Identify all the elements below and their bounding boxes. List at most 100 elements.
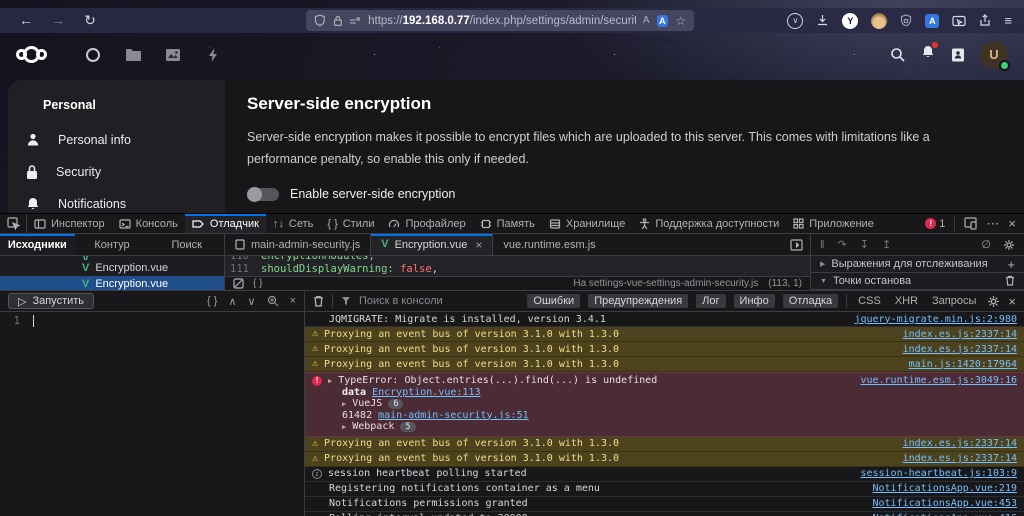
pretty-print-icon[interactable]: { } <box>253 278 262 289</box>
files-app-icon[interactable] <box>113 48 153 62</box>
breakpoints-header[interactable]: ▼ Точки останова <box>811 273 1024 290</box>
source-link[interactable]: main.js:1420:17964 <box>909 359 1017 370</box>
notifications-bell-icon[interactable] <box>920 44 936 65</box>
source-panes-toggle-icon[interactable] <box>790 234 810 255</box>
file-tab-main-admin-security[interactable]: main-admin-security.js <box>225 234 371 255</box>
next-expression-icon[interactable]: ∨ <box>248 295 256 308</box>
translate-extension-page-icon[interactable]: A <box>657 15 669 27</box>
source-link[interactable]: vue.runtime.esm.js:3049:16 <box>860 375 1017 386</box>
menu-icon[interactable]: ≡ <box>1004 13 1012 28</box>
tab-network[interactable]: ↑↓Сеть <box>266 214 320 233</box>
expand-icon[interactable]: ▶ <box>328 377 332 385</box>
back-button[interactable]: ← <box>12 8 40 33</box>
tab-console[interactable]: Консоль <box>112 214 185 233</box>
expand-icon[interactable]: ▶ <box>342 423 346 431</box>
console-warning-row[interactable]: ⚠ Proxying an event bus of version 3.1.0… <box>305 342 1024 357</box>
pretty-print-icon[interactable]: { } <box>207 295 217 307</box>
source-link[interactable]: NotificationsApp.vue:453 <box>873 498 1018 509</box>
extension-monkey-icon[interactable] <box>871 13 887 29</box>
extension-shield-lock-icon[interactable] <box>900 14 912 27</box>
watch-expressions-header[interactable]: ▶ Выражения для отслеживания + <box>811 256 1024 273</box>
lock-icon[interactable] <box>333 15 343 27</box>
url-text[interactable]: https://192.168.0.77/index.php/settings/… <box>368 15 636 27</box>
bookmark-star-icon[interactable]: ☆ <box>675 14 686 28</box>
console-warning-row[interactable]: ⚠ Proxying an event bus of version 3.1.0… <box>305 452 1024 467</box>
close-tab-icon[interactable]: × <box>475 238 482 252</box>
run-button[interactable]: ▷Запустить <box>8 293 94 309</box>
downloads-icon[interactable] <box>816 14 829 27</box>
permissions-icon[interactable] <box>349 16 361 26</box>
file-tab-encryption-vue[interactable]: VEncryption.vue× <box>371 234 493 255</box>
source-link[interactable]: jquery-migrate.min.js:2:980 <box>854 314 1017 325</box>
reload-button[interactable]: ↻ <box>76 8 104 33</box>
add-watch-icon[interactable]: + <box>1007 258 1015 271</box>
dashboard-app-icon[interactable] <box>73 47 113 63</box>
photos-app-icon[interactable] <box>153 48 193 62</box>
tab-debugger[interactable]: Отладчик <box>185 214 266 233</box>
devtools-close-icon[interactable]: × <box>1008 216 1016 231</box>
disable-breakpoints-icon[interactable]: ∅ <box>981 238 991 251</box>
tab-storage[interactable]: Хранилище <box>542 214 632 233</box>
code-editor[interactable]: 110encryptionModules, 111shouldDisplayWa… <box>225 256 810 276</box>
tab-accessibility[interactable]: Поддержка доступности <box>632 214 786 233</box>
tab-styles[interactable]: { }Стили <box>320 214 381 233</box>
page-translate-icon[interactable]: A <box>643 15 650 26</box>
source-link[interactable]: index.es.js:2337:14 <box>903 329 1017 340</box>
url-bar[interactable]: https://192.168.0.77/index.php/settings/… <box>306 10 694 31</box>
tab-search[interactable]: Поиск <box>149 234 224 255</box>
source-link[interactable]: index.es.js:2337:14 <box>903 453 1017 464</box>
devtools-more-icon[interactable]: ⋯ <box>986 216 999 232</box>
tab-outline[interactable]: Контур <box>75 234 150 255</box>
filter-debug-button[interactable]: Отладка <box>783 294 838 308</box>
avatar[interactable]: U <box>980 41 1008 69</box>
console-log-row[interactable]: Polling interval updated to 30000 Notifi… <box>305 512 1024 516</box>
sidebar-item-personal-info[interactable]: Personal info <box>8 124 225 156</box>
console-warning-row[interactable]: ⚠ Proxying an event bus of version 3.1.0… <box>305 327 1024 342</box>
tab-inspector[interactable]: Инспектор <box>27 214 112 233</box>
expand-icon[interactable]: ▶ <box>342 400 346 408</box>
console-warning-row[interactable]: ⚠ Proxying an event bus of version 3.1.0… <box>305 437 1024 452</box>
source-item[interactable]: VEncryption.vue <box>0 260 224 276</box>
sidebar-item-notifications[interactable]: Notifications <box>8 188 225 213</box>
nextcloud-logo[interactable] <box>16 46 47 63</box>
source-item-selected[interactable]: VEncryption.vue <box>0 276 224 290</box>
pick-element-icon[interactable] <box>0 214 27 233</box>
tracking-shield-icon[interactable] <box>314 14 326 27</box>
tab-profiler[interactable]: Профайлер <box>381 214 472 233</box>
console-multiline-editor[interactable]: 1 <box>0 312 305 516</box>
source-link[interactable]: NotificationsApp.vue:219 <box>873 483 1018 494</box>
console-log-row[interactable]: JQMIGRATE: Migrate is installed, version… <box>305 312 1024 327</box>
step-out-icon[interactable]: ↥ <box>882 238 891 251</box>
share-icon[interactable] <box>979 14 991 27</box>
filter-info-button[interactable]: Инфо <box>734 294 775 308</box>
tab-application[interactable]: Приложение <box>786 214 881 233</box>
blackbox-source-icon[interactable] <box>233 278 244 289</box>
filter-errors-button[interactable]: Ошибки <box>527 294 580 308</box>
tab-memory[interactable]: Память <box>473 214 542 233</box>
pause-icon[interactable]: ‖ <box>820 239 825 251</box>
error-count-badge[interactable]: !1 <box>925 218 945 230</box>
source-link[interactable]: index.es.js:2337:14 <box>903 438 1017 449</box>
filter-warnings-button[interactable]: Предупреждения <box>588 294 688 308</box>
console-log-row[interactable]: Registering notifications container as a… <box>305 482 1024 497</box>
step-in-icon[interactable]: ↧ <box>860 238 869 251</box>
forward-button[interactable]: → <box>44 8 72 33</box>
translate-extension-icon[interactable]: A <box>925 14 939 28</box>
console-filter-input[interactable] <box>359 295 519 307</box>
prev-expression-icon[interactable]: ∧ <box>228 295 236 308</box>
filter-requests-button[interactable]: Запросы <box>929 294 979 308</box>
encryption-toggle[interactable] <box>247 188 279 201</box>
contacts-icon[interactable] <box>950 47 966 63</box>
console-settings-gear-icon[interactable] <box>987 295 1000 308</box>
console-log-row[interactable]: Notifications permissions granted Notifi… <box>305 497 1024 512</box>
stack-source-link[interactable]: Encryption.vue:113 <box>372 387 480 398</box>
search-icon[interactable] <box>890 47 906 63</box>
encryption-toggle-label[interactable]: Enable server-side encryption <box>290 187 455 201</box>
activity-app-icon[interactable] <box>193 47 233 63</box>
filter-log-button[interactable]: Лог <box>696 294 725 308</box>
clear-console-trash-icon[interactable] <box>313 295 324 307</box>
pocket-icon[interactable]: ∨ <box>787 13 803 29</box>
source-link[interactable]: index.es.js:2337:14 <box>903 344 1017 355</box>
responsive-mode-icon[interactable] <box>964 217 977 230</box>
console-error-block[interactable]: ! ▶ TypeError: Object.entries(...).find(… <box>305 372 1024 437</box>
